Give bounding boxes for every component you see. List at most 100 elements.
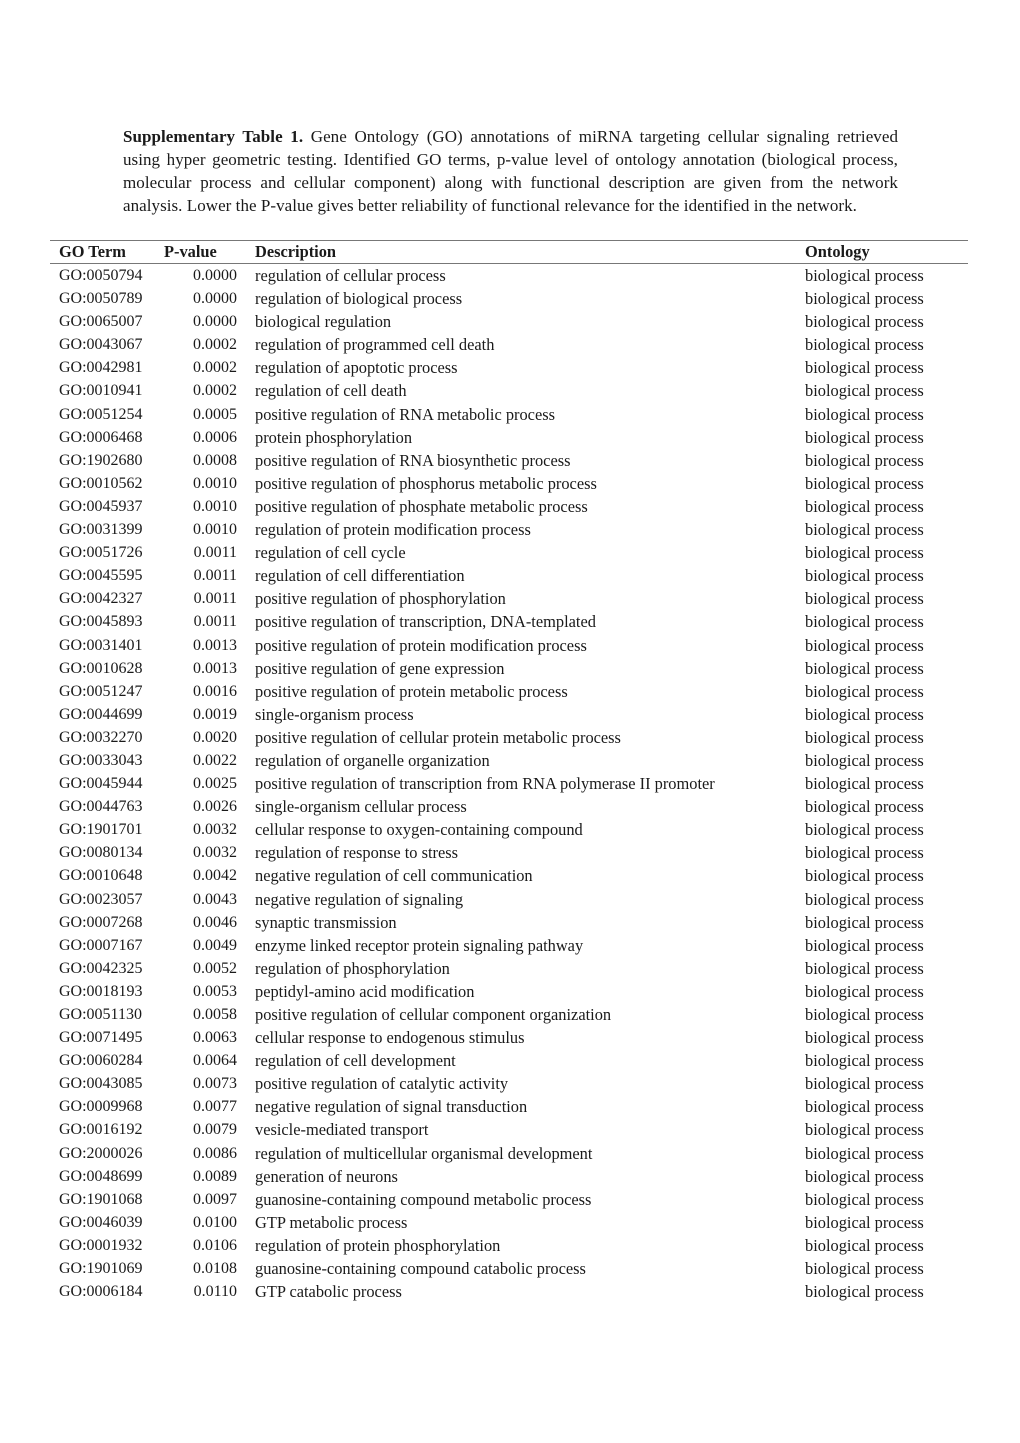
- description-cell: synaptic transmission: [255, 912, 397, 932]
- table-row: GO:0010562 0.0010 positive regulation of p…: [50, 472, 968, 495]
- go-annotation-table-wrapper: GO Term P-value Description Ontology GO:…: [50, 240, 968, 1303]
- p-value-cell: 0.0025: [193, 775, 237, 793]
- p-value-cell: 0.0010: [193, 521, 237, 539]
- ontology-cell: biological process: [805, 312, 924, 332]
- go-term-cell: GO:0010628: [59, 659, 143, 677]
- table-row: GO:0010648 0.0042 negative regulation of c…: [50, 864, 968, 887]
- ontology-cell: biological process: [805, 727, 924, 747]
- header-p-value: P-value: [164, 242, 217, 261]
- ontology-cell: biological process: [805, 866, 924, 886]
- go-term-cell: GO:0051726: [59, 544, 143, 562]
- ontology-cell: biological process: [805, 381, 924, 401]
- description-cell: regulation of apoptotic process: [255, 358, 458, 378]
- go-term-cell: GO:0051254: [59, 405, 143, 423]
- table-row: GO:0044699 0.0019 single-organism process b…: [50, 703, 968, 726]
- p-value-cell: 0.0020: [193, 728, 237, 746]
- description-cell: cellular response to oxygen-containing c…: [255, 820, 583, 840]
- description-cell: regulation of multicellular organismal d…: [255, 1143, 593, 1163]
- go-term-cell: GO:0016192: [59, 1121, 143, 1139]
- p-value-cell: 0.0110: [193, 1283, 237, 1301]
- p-value-cell: 0.0049: [193, 936, 237, 954]
- p-value-cell: 0.0002: [193, 359, 237, 377]
- go-term-cell: GO:0043067: [59, 336, 143, 354]
- go-term-cell: GO:0065007: [59, 313, 143, 331]
- ontology-cell: biological process: [805, 1005, 924, 1024]
- ontology-cell: biological process: [805, 266, 924, 285]
- table-row: GO:0016192 0.0079 vesicle-mediated transpo…: [50, 1118, 968, 1141]
- description-cell: single-organism process: [255, 704, 414, 724]
- p-value-cell: 0.0002: [193, 382, 237, 400]
- ontology-cell: biological process: [805, 843, 924, 863]
- table-row: GO:0042981 0.0002 regulation of apoptotic …: [50, 356, 968, 379]
- ontology-cell: biological process: [805, 958, 924, 978]
- ontology-cell: biological process: [805, 335, 924, 355]
- caption-lead: Supplementary Table 1.: [123, 127, 304, 146]
- description-cell: regulation of phosphorylation: [255, 958, 450, 978]
- ontology-cell: biological process: [805, 1097, 924, 1117]
- ontology-cell: biological process: [805, 912, 924, 932]
- ontology-cell: biological process: [805, 750, 924, 770]
- p-value-cell: 0.0058: [193, 1006, 237, 1023]
- go-term-cell: GO:1901068: [59, 1190, 143, 1208]
- p-value-cell: 0.0064: [193, 1052, 237, 1070]
- table-row: GO:0051726 0.0011 regulation of cell cycle…: [50, 541, 968, 564]
- description-cell: positive regulation of cellular componen…: [255, 1005, 612, 1024]
- p-value-cell: 0.0063: [193, 1029, 237, 1047]
- table-row: GO:0048699 0.0089 generation of neurons bio…: [50, 1165, 968, 1188]
- p-value-cell: 0.0052: [193, 959, 237, 977]
- table-row: GO:0043067 0.0002 regulation of programmed…: [50, 333, 968, 356]
- table-row: GO:0046039 0.0100 GTP metabolic process bio…: [50, 1211, 968, 1234]
- p-value-cell: 0.0002: [193, 336, 237, 354]
- description-cell: positive regulation of protein modificat…: [255, 635, 587, 655]
- description-cell: regulation of organelle organization: [255, 750, 490, 770]
- go-term-cell: GO:0050794: [59, 267, 143, 284]
- table-row: GO:0042327 0.0011 positive regulation of p…: [50, 587, 968, 610]
- table-caption: Supplementary Table 1. Gene Ontology (GO…: [123, 125, 898, 217]
- table-row: GO:0007167 0.0049 enzyme linked receptor p…: [50, 934, 968, 957]
- ontology-cell: biological process: [805, 520, 924, 540]
- table-row: GO:0050794 0.0000 regulation of cellular p…: [50, 264, 968, 288]
- description-cell: positive regulation of RNA metabolic pro…: [255, 404, 555, 424]
- table-row: GO:0001932 0.0106 regulation of protein ph…: [50, 1234, 968, 1257]
- ontology-cell: biological process: [805, 704, 924, 724]
- go-term-cell: GO:0006468: [59, 428, 143, 446]
- description-cell: positive regulation of transcription, DN…: [255, 612, 596, 632]
- table-row: GO:0031401 0.0013 positive regulation of p…: [50, 634, 968, 657]
- p-value-cell: 0.0008: [193, 451, 237, 469]
- go-term-cell: GO:0042325: [59, 959, 143, 977]
- go-term-cell: GO:0044763: [59, 798, 143, 816]
- description-cell: peptidyl-amino acid modification: [255, 981, 475, 1001]
- p-value-cell: 0.0108: [193, 1260, 237, 1278]
- go-term-cell: GO:0010562: [59, 474, 143, 492]
- ontology-cell: biological process: [805, 612, 924, 632]
- table-row: GO:0009968 0.0077 negative regulation of s…: [50, 1095, 968, 1118]
- description-cell: regulation of protein modification proce…: [255, 520, 531, 540]
- description-cell: regulation of cell differentiation: [255, 566, 465, 586]
- table-row: GO:0045893 0.0011 positive regulation of t…: [50, 610, 968, 633]
- table-row: GO:0023057 0.0043 negative regulation of s…: [50, 888, 968, 911]
- table-row: GO:0051254 0.0005 positive regulation of R…: [50, 403, 968, 426]
- p-value-cell: 0.0022: [193, 751, 237, 769]
- description-cell: regulation of cell cycle: [255, 543, 406, 563]
- p-value-cell: 0.0026: [193, 798, 237, 816]
- table-row: GO:1902680 0.0008 positive regulation of R…: [50, 449, 968, 472]
- ontology-cell: biological process: [805, 1235, 924, 1255]
- p-value-cell: 0.0000: [193, 313, 237, 331]
- description-cell: vesicle-mediated transport: [255, 1120, 429, 1140]
- p-value-cell: 0.0011: [193, 613, 237, 631]
- p-value-cell: 0.0011: [193, 567, 237, 585]
- p-value-cell: 0.0000: [193, 267, 237, 284]
- table-row: GO:0033043 0.0022 regulation of organelle …: [50, 749, 968, 772]
- p-value-cell: 0.0032: [193, 821, 237, 839]
- ontology-cell: biological process: [805, 797, 924, 817]
- description-cell: protein phosphorylation: [255, 427, 413, 447]
- table-row: GO:0043085 0.0073 positive regulation of c…: [50, 1072, 968, 1095]
- p-value-cell: 0.0073: [193, 1075, 237, 1093]
- table-row: GO:0045595 0.0011 regulation of cell diffe…: [50, 564, 968, 587]
- table-body: GO:0050794 0.0000 regulation of cellular p…: [50, 264, 968, 1304]
- go-annotation-table: GO Term P-value Description Ontology GO:…: [50, 240, 968, 1303]
- ontology-cell: biological process: [805, 450, 924, 470]
- ontology-cell: biological process: [805, 1189, 924, 1209]
- description-cell: negative regulation of signal transducti…: [255, 1097, 528, 1117]
- p-value-cell: 0.0089: [193, 1167, 237, 1185]
